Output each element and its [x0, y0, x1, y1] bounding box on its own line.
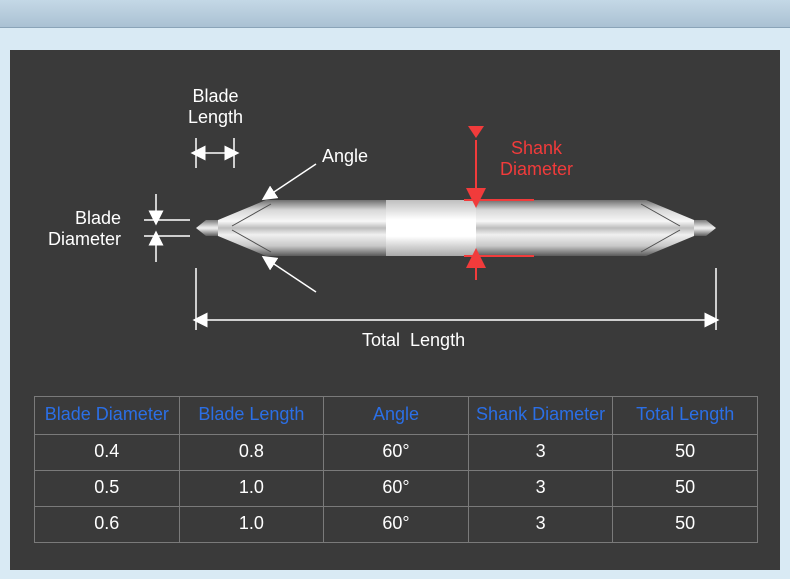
cell-blade-length: 0.8	[179, 434, 324, 470]
cell-shank-diameter: 3	[468, 470, 613, 506]
cell-blade-diameter: 0.6	[35, 506, 180, 542]
table-header-row: Blade Diameter Blade Length Angle Shank …	[35, 397, 758, 435]
cell-shank-diameter: 3	[468, 506, 613, 542]
drill-body-icon	[196, 200, 716, 256]
cell-blade-diameter: 0.4	[35, 434, 180, 470]
total-length-dim	[196, 268, 716, 330]
spec-table: Blade Diameter Blade Length Angle Shank …	[34, 396, 758, 543]
blade-length-dim	[196, 138, 234, 168]
th-blade-diameter: Blade Diameter	[35, 397, 180, 435]
diagram-svg	[36, 68, 736, 368]
th-shank-diameter: Shank Diameter	[468, 397, 613, 435]
top-banner-strip	[0, 0, 790, 28]
th-total-length: Total Length	[613, 397, 758, 435]
th-blade-length: Blade Length	[179, 397, 324, 435]
cell-total-length: 50	[613, 506, 758, 542]
th-angle: Angle	[324, 397, 469, 435]
table-row: 0.5 1.0 60° 3 50	[35, 470, 758, 506]
cell-angle: 60°	[324, 470, 469, 506]
total-length-label: Total Length	[362, 330, 465, 351]
cell-total-length: 50	[613, 470, 758, 506]
content-panel: Blade Length Angle Shank Diameter Blade …	[10, 50, 780, 570]
angle-dim	[268, 164, 316, 292]
cell-blade-diameter: 0.5	[35, 470, 180, 506]
table-row: 0.6 1.0 60° 3 50	[35, 506, 758, 542]
cell-angle: 60°	[324, 434, 469, 470]
cell-total-length: 50	[613, 434, 758, 470]
angle-label: Angle	[322, 146, 368, 167]
cell-shank-diameter: 3	[468, 434, 613, 470]
cell-blade-length: 1.0	[179, 470, 324, 506]
blade-diameter-dim	[144, 194, 190, 262]
tool-diagram: Blade Length Angle Shank Diameter Blade …	[36, 68, 736, 368]
table-row: 0.4 0.8 60° 3 50	[35, 434, 758, 470]
shank-diameter-label: Shank Diameter	[500, 138, 573, 179]
blade-length-label: Blade Length	[188, 86, 243, 127]
blade-diameter-label: Blade Diameter	[48, 208, 121, 249]
cell-blade-length: 1.0	[179, 506, 324, 542]
cell-angle: 60°	[324, 506, 469, 542]
